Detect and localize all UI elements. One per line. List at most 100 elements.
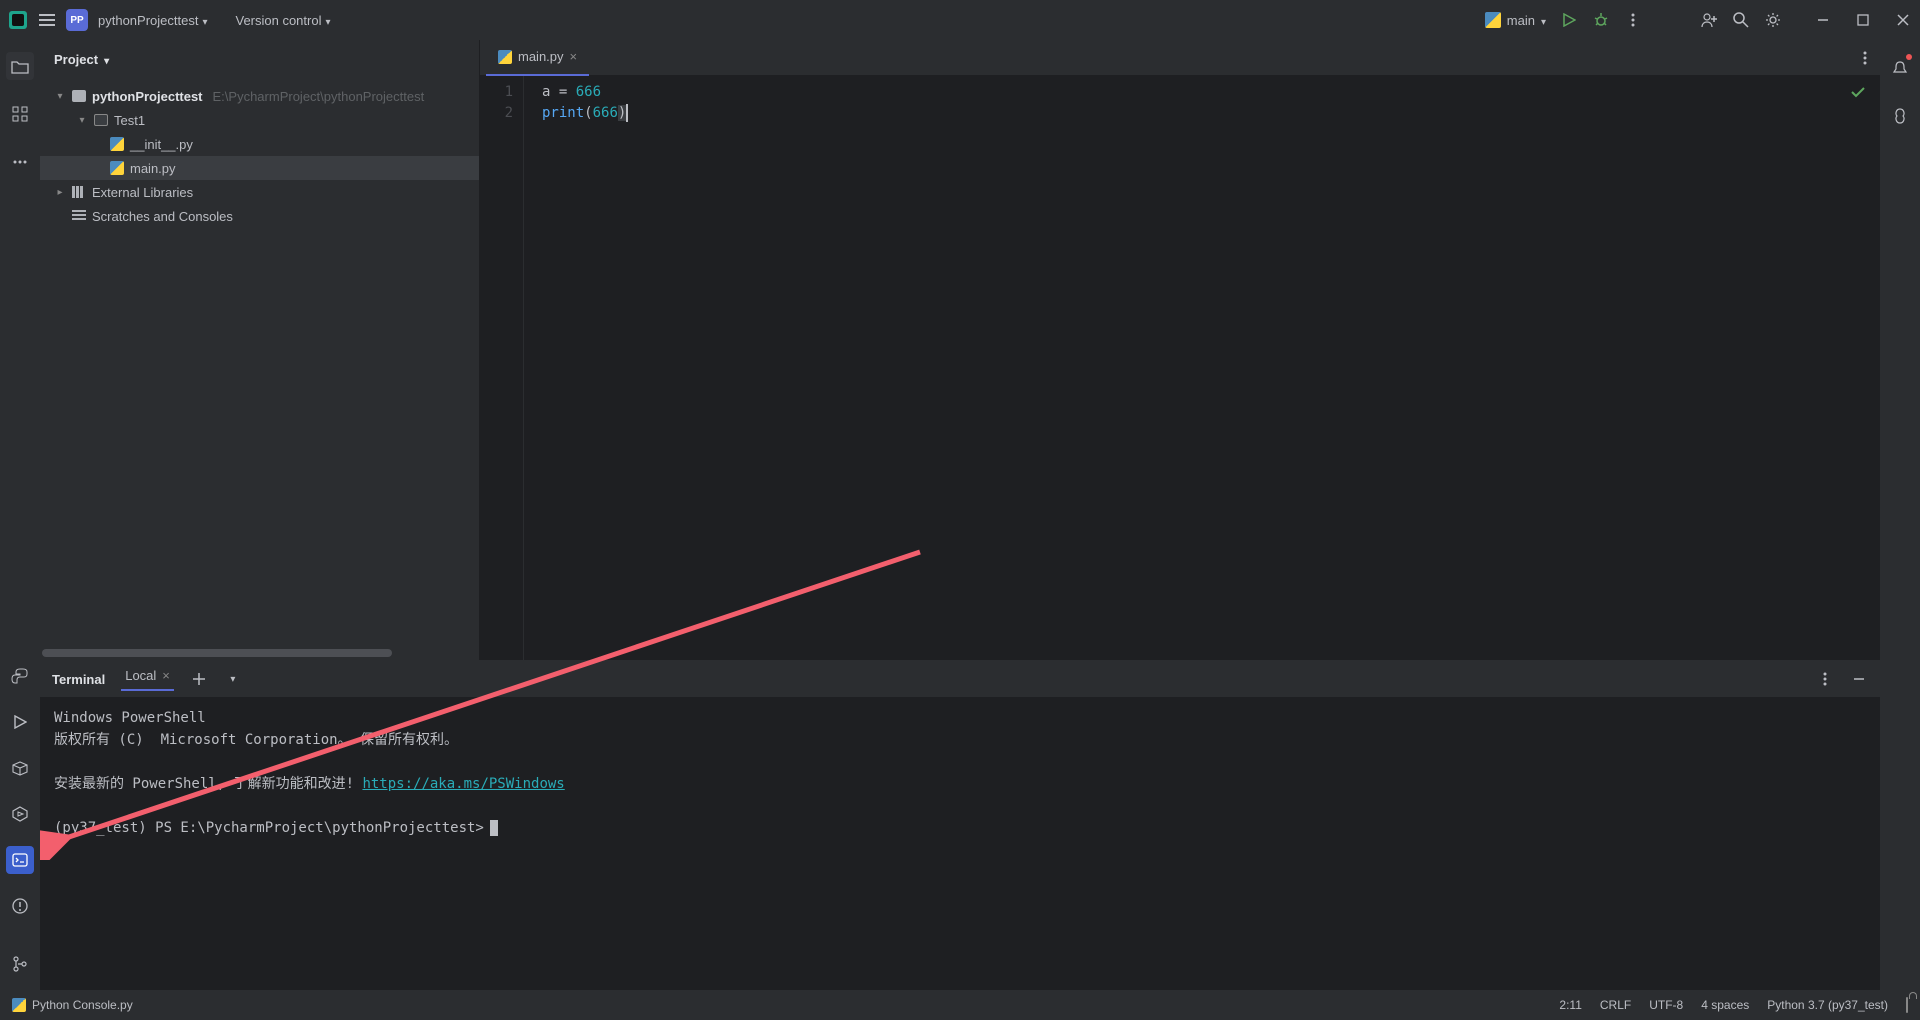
main-menu-icon[interactable] xyxy=(38,11,56,29)
python-file-icon xyxy=(110,161,124,175)
terminal-tab-local[interactable]: Local × xyxy=(121,668,174,691)
services-tool-button[interactable] xyxy=(6,800,34,828)
settings-icon[interactable] xyxy=(1764,11,1782,29)
terminal-line: 安装最新的 PowerShell, 了解新功能和改进! https://aka.… xyxy=(54,773,1866,795)
terminal-body[interactable]: Windows PowerShell 版权所有 (C) Microsoft Co… xyxy=(40,697,1880,990)
tree-scratches-label: Scratches and Consoles xyxy=(92,209,233,224)
maximize-button[interactable] xyxy=(1854,11,1872,29)
expand-toggle-icon[interactable] xyxy=(54,187,66,198)
terminal-options-icon[interactable] xyxy=(1816,670,1834,688)
tree-file-row-selected[interactable]: main.py xyxy=(40,156,479,180)
python-packages-button[interactable] xyxy=(6,754,34,782)
close-tab-icon[interactable]: × xyxy=(570,49,578,64)
project-selector[interactable]: pythonProjecttest xyxy=(98,13,207,28)
close-tab-icon[interactable]: × xyxy=(162,668,170,683)
more-actions-icon[interactable] xyxy=(1624,11,1642,29)
more-tools-button[interactable] xyxy=(6,148,34,176)
titlebar-left: PP pythonProjecttest Version control xyxy=(8,9,331,31)
terminal-line: Windows PowerShell xyxy=(54,707,1866,729)
version-control-menu[interactable]: Version control xyxy=(235,13,330,28)
editor-more-icon[interactable] xyxy=(1856,49,1874,67)
vcs-tool-button[interactable] xyxy=(6,950,34,978)
terminal-dropdown-icon[interactable] xyxy=(224,670,242,688)
editor-gutter: 1 2 xyxy=(480,76,524,660)
project-pane-header[interactable]: Project xyxy=(40,40,479,78)
problems-tool-button[interactable] xyxy=(6,892,34,920)
debug-button[interactable] xyxy=(1592,11,1610,29)
status-encoding[interactable]: UTF-8 xyxy=(1649,998,1683,1012)
code-line-2[interactable]: print(666) xyxy=(542,103,1880,124)
project-tool-button[interactable] xyxy=(6,52,34,80)
editor-tab-main[interactable]: main.py × xyxy=(486,40,589,76)
tree-root-label: pythonProjecttest xyxy=(92,89,203,104)
code-with-me-icon[interactable] xyxy=(1700,11,1718,29)
window-controls xyxy=(1814,11,1912,29)
status-current-file[interactable]: Python Console.py xyxy=(12,998,133,1012)
tree-root-path: E:\PycharmProject\pythonProjecttest xyxy=(213,89,425,104)
minimize-button[interactable] xyxy=(1814,11,1832,29)
search-icon[interactable] xyxy=(1732,11,1750,29)
status-caret-position[interactable]: 2:11 xyxy=(1559,998,1581,1012)
chevron-down-icon xyxy=(104,52,109,67)
editor-tabs: main.py × xyxy=(480,40,1880,76)
terminal-line: 版权所有 (C) Microsoft Corporation。 保留所有权利。 xyxy=(54,729,1866,751)
notifications-button[interactable] xyxy=(1886,54,1914,82)
tree-file-label: main.py xyxy=(130,161,176,176)
terminal-link[interactable]: https://aka.ms/PSWindows xyxy=(362,776,564,792)
python-file-icon xyxy=(12,998,26,1012)
tree-scratches-row[interactable]: Scratches and Consoles xyxy=(40,204,479,228)
chevron-down-icon xyxy=(202,13,207,28)
tree-external-libs-label: External Libraries xyxy=(92,185,193,200)
editor-area: main.py × 1 2 a = 666 print(666) xyxy=(480,40,1880,660)
close-button[interactable] xyxy=(1894,11,1912,29)
hide-terminal-button[interactable] xyxy=(1850,670,1868,688)
left-tool-ribbon xyxy=(0,40,40,990)
project-badge: PP xyxy=(66,9,88,31)
terminal-prompt-line[interactable]: (py37_test) PS E:\PycharmProject\pythonP… xyxy=(54,817,1866,839)
structure-tool-button[interactable] xyxy=(6,100,34,128)
python-file-icon xyxy=(110,137,124,151)
python-file-icon xyxy=(498,50,512,64)
python-console-button[interactable] xyxy=(6,662,34,690)
terminal-line xyxy=(54,795,1866,817)
tree-file-row[interactable]: __init__.py xyxy=(40,132,479,156)
editor-tab-label: main.py xyxy=(518,49,564,64)
scratches-icon xyxy=(72,209,86,223)
project-tool-window: Project pythonProjecttest E:\PycharmProj… xyxy=(40,40,480,660)
run-tool-button[interactable] xyxy=(6,708,34,736)
tree-external-libs-row[interactable]: External Libraries xyxy=(40,180,479,204)
tree-root-row[interactable]: pythonProjecttest E:\PycharmProject\pyth… xyxy=(40,84,479,108)
status-interpreter[interactable]: Python 3.7 (py37_test) xyxy=(1767,998,1888,1012)
terminal-title: Terminal xyxy=(52,672,105,687)
directory-icon xyxy=(94,113,108,127)
scrollbar-thumb[interactable] xyxy=(42,649,392,657)
line-number: 1 xyxy=(480,82,513,103)
terminal-tool-button[interactable] xyxy=(6,846,34,874)
vcs-label: Version control xyxy=(235,13,321,28)
expand-toggle-icon[interactable] xyxy=(76,115,88,126)
project-horiz-scrollbar[interactable] xyxy=(40,646,479,660)
expand-toggle-icon[interactable] xyxy=(54,91,66,102)
line-number: 2 xyxy=(480,103,513,124)
status-line-separator[interactable]: CRLF xyxy=(1600,998,1631,1012)
notification-dot-icon xyxy=(1906,54,1912,60)
run-configuration-selector[interactable]: main xyxy=(1485,12,1546,28)
ai-assistant-button[interactable] xyxy=(1886,102,1914,130)
lock-icon xyxy=(1906,997,1908,1013)
project-tree[interactable]: pythonProjecttest E:\PycharmProject\pyth… xyxy=(40,78,479,646)
editor-code[interactable]: a = 666 print(666) xyxy=(524,76,1880,660)
status-indent[interactable]: 4 spaces xyxy=(1701,998,1749,1012)
inspection-ok-icon[interactable] xyxy=(1850,84,1866,100)
python-icon xyxy=(1485,12,1501,28)
run-button[interactable] xyxy=(1560,11,1578,29)
new-terminal-button[interactable] xyxy=(190,670,208,688)
code-line-1[interactable]: a = 666 xyxy=(542,82,1880,103)
status-bar: Python Console.py 2:11 CRLF UTF-8 4 spac… xyxy=(0,990,1920,1020)
status-readonly-toggle[interactable] xyxy=(1906,998,1908,1012)
chevron-down-icon xyxy=(1541,13,1546,28)
editor-body[interactable]: 1 2 a = 666 print(666) xyxy=(480,76,1880,660)
run-config-label: main xyxy=(1507,13,1535,28)
editor-caret xyxy=(626,104,628,122)
tree-folder-row[interactable]: Test1 xyxy=(40,108,479,132)
folder-icon xyxy=(72,89,86,103)
